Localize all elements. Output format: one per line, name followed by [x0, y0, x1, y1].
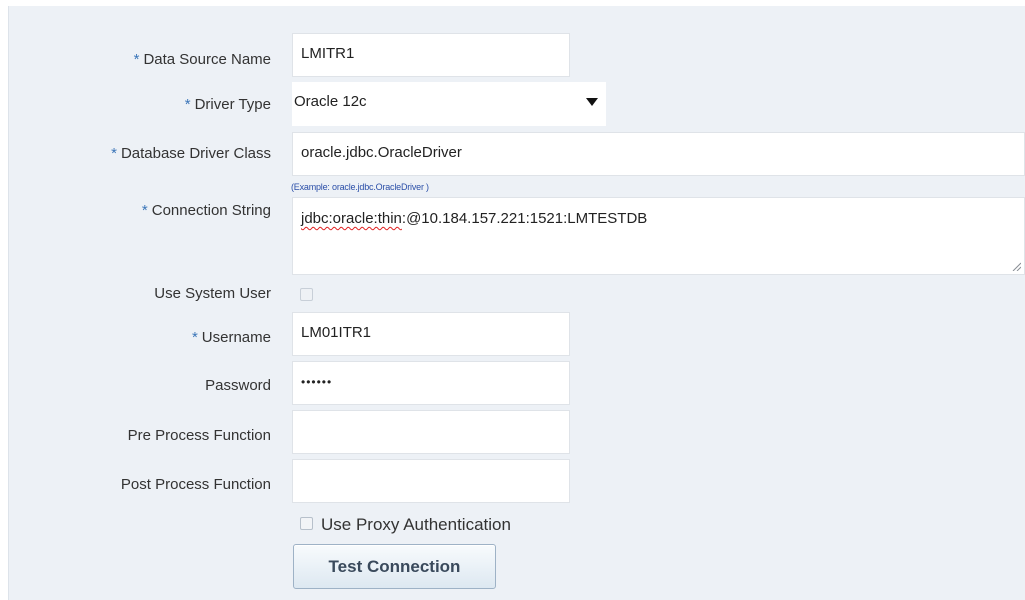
username-input[interactable]: LM01ITR1	[292, 312, 570, 356]
connection-string-textarea[interactable]: jdbc:oracle:thin:@10.184.157.221:1521:LM…	[292, 197, 1025, 275]
driver-class-example-hint: (Example: oracle.jdbc.OracleDriver )	[291, 182, 429, 192]
use-proxy-authentication-label: Use Proxy Authentication	[321, 515, 511, 534]
required-marker: *	[184, 96, 191, 113]
required-marker: *	[133, 51, 140, 68]
driver-type-select[interactable]: Oracle 12c	[292, 82, 606, 126]
driver-type-label: * Driver Type	[184, 96, 271, 113]
password-label: Password	[205, 377, 271, 394]
spellcheck-underlined-text: jdbc:oracle:thin	[301, 210, 402, 227]
driver-type-value: Oracle 12c	[294, 93, 367, 110]
password-input[interactable]: ••••••	[292, 361, 570, 405]
use-proxy-authentication-checkbox[interactable]	[300, 517, 313, 530]
connection-string-value: :@10.184.157.221:1521:LMTESTDB	[401, 210, 648, 227]
post-process-function-label: Post Process Function	[120, 476, 271, 493]
resize-grip-icon[interactable]	[1011, 261, 1021, 271]
connection-string-label: * Connection String	[141, 202, 271, 219]
username-label: * Username	[191, 329, 271, 346]
test-connection-button[interactable]: Test Connection	[293, 544, 496, 589]
required-marker: *	[111, 145, 117, 162]
use-system-user-label: Use System User	[154, 285, 271, 302]
required-marker: *	[141, 202, 148, 219]
data-source-name-label: * Data Source Name	[133, 51, 271, 68]
use-system-user-checkbox[interactable]	[300, 288, 313, 301]
required-marker: *	[191, 329, 198, 346]
data-source-name-input[interactable]: LMITR1	[292, 33, 570, 77]
pre-process-function-label: Pre Process Function	[127, 427, 271, 444]
post-process-function-input[interactable]	[292, 459, 570, 503]
pre-process-function-input[interactable]	[292, 410, 570, 454]
database-driver-class-input[interactable]: oracle.jdbc.OracleDriver	[292, 132, 1025, 176]
database-driver-class-label: * Database Driver Class	[111, 145, 271, 162]
dropdown-arrow-icon[interactable]	[586, 98, 598, 106]
